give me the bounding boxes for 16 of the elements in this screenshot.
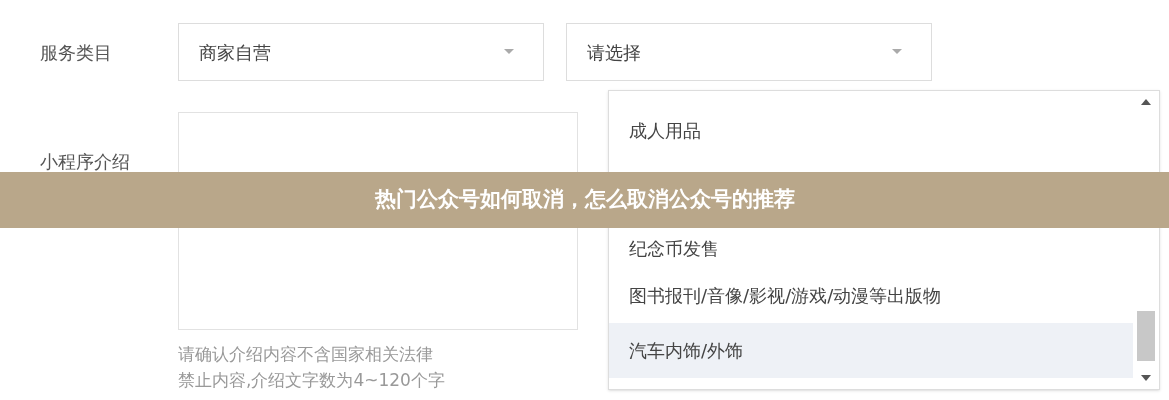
select-field[interactable]: 请选择 bbox=[566, 23, 932, 81]
dropdown-option[interactable]: 图书报刊/音像/影视/游戏/动漫等出版物 bbox=[609, 268, 1133, 323]
dropdown-option[interactable]: 纪念币发售 bbox=[609, 228, 1133, 268]
scroll-up-icon[interactable] bbox=[1141, 99, 1151, 105]
title-banner: 热门公众号如何取消，怎么取消公众号的推荐 bbox=[0, 172, 1169, 228]
caret-icon bbox=[891, 48, 903, 56]
scroll-down-icon[interactable] bbox=[1141, 375, 1151, 381]
hint-text: 请确认介绍内容不含国家相关法律 bbox=[178, 344, 434, 364]
dropdown-option[interactable]: 成人用品 bbox=[609, 103, 1133, 158]
caret-icon bbox=[503, 48, 515, 56]
field-label: 小程序介绍 bbox=[39, 150, 131, 174]
scrollbar-thumb[interactable] bbox=[1137, 311, 1155, 361]
hint-text: 禁止内容,介绍文字数为4~120个字 bbox=[178, 370, 446, 390]
field-label: 服务类目 bbox=[39, 40, 113, 65]
select-field[interactable]: 商家自营 bbox=[178, 23, 544, 81]
dropdown-option[interactable]: 汽车内饰/外饰 bbox=[609, 323, 1133, 378]
